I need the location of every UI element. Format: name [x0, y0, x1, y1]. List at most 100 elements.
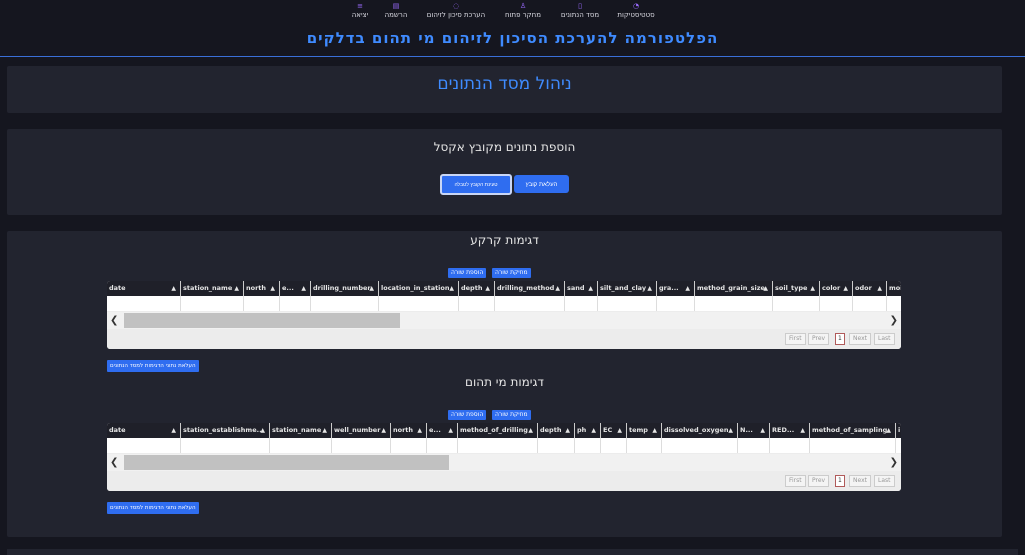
- samples-card: דגימות קרקע מחיקת שורה הוספת שורה דגימות…: [7, 231, 1002, 537]
- prev-page-button[interactable]: Prev: [808, 475, 830, 487]
- sort-icon: ▲: [647, 285, 652, 292]
- sort-icon: ▲: [877, 285, 882, 292]
- soil-upload-to-db-button[interactable]: העלאת נתוני הדגימות למסד הנתונים: [107, 360, 199, 372]
- nav-item-logout[interactable]: ≡ יציאה: [347, 3, 373, 20]
- sort-icon: ▲: [448, 427, 453, 434]
- scroll-thumb[interactable]: [124, 313, 400, 328]
- prev-page-button[interactable]: Prev: [808, 333, 830, 345]
- column-header[interactable]: color ▲: [820, 281, 853, 296]
- column-header[interactable]: date ▲: [107, 423, 181, 438]
- column-header[interactable]: location_in_station ▲: [379, 281, 459, 296]
- column-header[interactable]: method_grain_size ▲: [695, 281, 773, 296]
- soil-delete-row-button[interactable]: מחיקת שורה: [492, 268, 531, 278]
- scroll-left-icon[interactable]: ❮: [110, 312, 118, 329]
- load-file-to-table-button[interactable]: טעינת הקובץ לטבלה: [440, 174, 512, 195]
- sort-icon: ▲: [322, 427, 327, 434]
- page-number-button[interactable]: 1: [835, 475, 845, 487]
- column-header[interactable]: odor ▲: [853, 281, 887, 296]
- column-header[interactable]: drilling_method ▲: [495, 281, 565, 296]
- nav-item-database[interactable]: ▯ מסד הנתונים: [558, 2, 602, 20]
- scroll-thumb[interactable]: [124, 455, 449, 470]
- nav-item-research[interactable]: ♙ מחקר פתוח: [501, 3, 545, 20]
- scroll-left-icon[interactable]: ❮: [110, 454, 118, 471]
- next-page-button[interactable]: Next: [849, 475, 871, 487]
- column-header[interactable]: depth ▲: [538, 423, 575, 438]
- table-row[interactable]: [107, 438, 901, 453]
- page-title: ניהול מסד הנתונים: [437, 74, 572, 94]
- water-upload-to-db-button[interactable]: העלאת נתוני הדגימות למסד הנתונים: [107, 502, 199, 514]
- nav-item-register[interactable]: ▤ הרשמה: [381, 3, 411, 20]
- sort-icon: ▲: [728, 427, 733, 434]
- soil-samples-table: date ▲ station_name ▲ north ▲ e... ▲ drillin…: [107, 281, 901, 349]
- sort-icon: ▲: [449, 285, 454, 292]
- sort-icon: ▲: [588, 285, 593, 292]
- water-delete-row-button[interactable]: מחיקת שורה: [492, 410, 531, 420]
- sort-icon: ▲: [685, 285, 690, 292]
- soil-section-title: דגימות קרקע: [470, 233, 539, 247]
- first-page-button[interactable]: First: [785, 333, 806, 345]
- column-header[interactable]: method_of_drilling ▲: [458, 423, 538, 438]
- column-header[interactable]: dissolved_oxygen ▲: [662, 423, 738, 438]
- column-header[interactable]: silt_and_clay ▲: [598, 281, 657, 296]
- column-header[interactable]: north ▲: [244, 281, 280, 296]
- sort-icon: ▲: [617, 427, 622, 434]
- column-header[interactable]: date ▲: [107, 281, 181, 296]
- column-header[interactable]: station_name ▲: [270, 423, 332, 438]
- column-header[interactable]: e... ▲: [280, 281, 311, 296]
- brand-title[interactable]: הפלטפורמה להערכת הסיכון לזיהום מי תהום ב…: [0, 29, 1025, 47]
- column-header[interactable]: gra... ▲: [657, 281, 695, 296]
- page-number-button[interactable]: 1: [835, 333, 845, 345]
- scroll-right-icon[interactable]: ❯: [890, 454, 898, 471]
- next-card-edge: [7, 549, 1018, 555]
- excel-import-title: הוספת נתונים מקובץ אקסל: [433, 140, 576, 154]
- column-header[interactable]: RED... ▲: [770, 423, 810, 438]
- sort-icon: ▲: [555, 285, 560, 292]
- column-header[interactable]: EC ▲: [601, 423, 627, 438]
- sort-icon: ▲: [234, 285, 239, 292]
- column-header[interactable]: method_of_sampling ▲: [810, 423, 896, 438]
- column-header[interactable]: station_establishme... ▲: [181, 423, 270, 438]
- nav-item-label: מסד הנתונים: [560, 11, 600, 19]
- excel-import-card: הוספת נתונים מקובץ אקסל העלאת קובץ טעינת…: [7, 129, 1002, 215]
- sort-icon: ▲: [886, 427, 891, 434]
- last-page-button[interactable]: Last: [874, 333, 895, 345]
- horizontal-scrollbar[interactable]: ❮ ❯: [107, 312, 901, 329]
- nav-item-label: יציאה: [351, 11, 369, 19]
- nav-item-statistics[interactable]: ◔ סטטיסטיקות: [616, 3, 656, 20]
- column-header[interactable]: ph ▲: [575, 423, 601, 438]
- last-page-button[interactable]: Last: [874, 475, 895, 487]
- top-navbar: ◔ סטטיסטיקות ▯ מסד הנתונים ♙ מחקר פתוח ◌…: [0, 0, 1025, 57]
- column-header[interactable]: e... ▲: [427, 423, 458, 438]
- first-page-button[interactable]: First: [785, 475, 806, 487]
- table-header: date ▲ station_establishme... ▲ station_na…: [107, 423, 901, 438]
- column-header[interactable]: drilling_number ▲: [311, 281, 379, 296]
- scroll-right-icon[interactable]: ❯: [890, 312, 898, 329]
- nav-item-risk[interactable]: ◌ הערכת סיכון לזיהום: [425, 3, 487, 20]
- table-row[interactable]: [107, 296, 901, 311]
- sort-icon: ▲: [528, 427, 533, 434]
- column-header[interactable]: moi: [887, 281, 901, 296]
- column-header[interactable]: depth ▲: [459, 281, 495, 296]
- soil-add-row-button[interactable]: הוספת שורה: [448, 268, 487, 278]
- sort-icon: ▲: [652, 427, 657, 434]
- upload-file-button[interactable]: העלאת קובץ: [514, 175, 569, 193]
- sort-icon: ▲: [760, 427, 765, 434]
- nav-item-label: הרשמה: [384, 11, 408, 19]
- column-header[interactable]: N... ▲: [738, 423, 770, 438]
- column-header[interactable]: sand ▲: [565, 281, 598, 296]
- database-icon: ▯: [578, 2, 582, 10]
- horizontal-scrollbar[interactable]: ❮ ❯: [107, 454, 901, 471]
- column-header[interactable]: i: [896, 423, 901, 438]
- sort-icon: ▲: [763, 285, 768, 292]
- nav-item-label: סטטיסטיקות: [617, 11, 655, 19]
- sort-icon: ▲: [565, 427, 570, 434]
- sort-icon: ▲: [270, 285, 275, 292]
- next-page-button[interactable]: Next: [849, 333, 871, 345]
- water-add-row-button[interactable]: הוספת שורה: [448, 410, 487, 420]
- column-header[interactable]: north ▲: [391, 423, 427, 438]
- column-header[interactable]: station_name ▲: [181, 281, 244, 296]
- water-samples-table: date ▲ station_establishme... ▲ station_na…: [107, 423, 901, 491]
- column-header[interactable]: soil_type ▲: [773, 281, 820, 296]
- column-header[interactable]: well_number ▲: [332, 423, 391, 438]
- column-header[interactable]: temp ▲: [627, 423, 662, 438]
